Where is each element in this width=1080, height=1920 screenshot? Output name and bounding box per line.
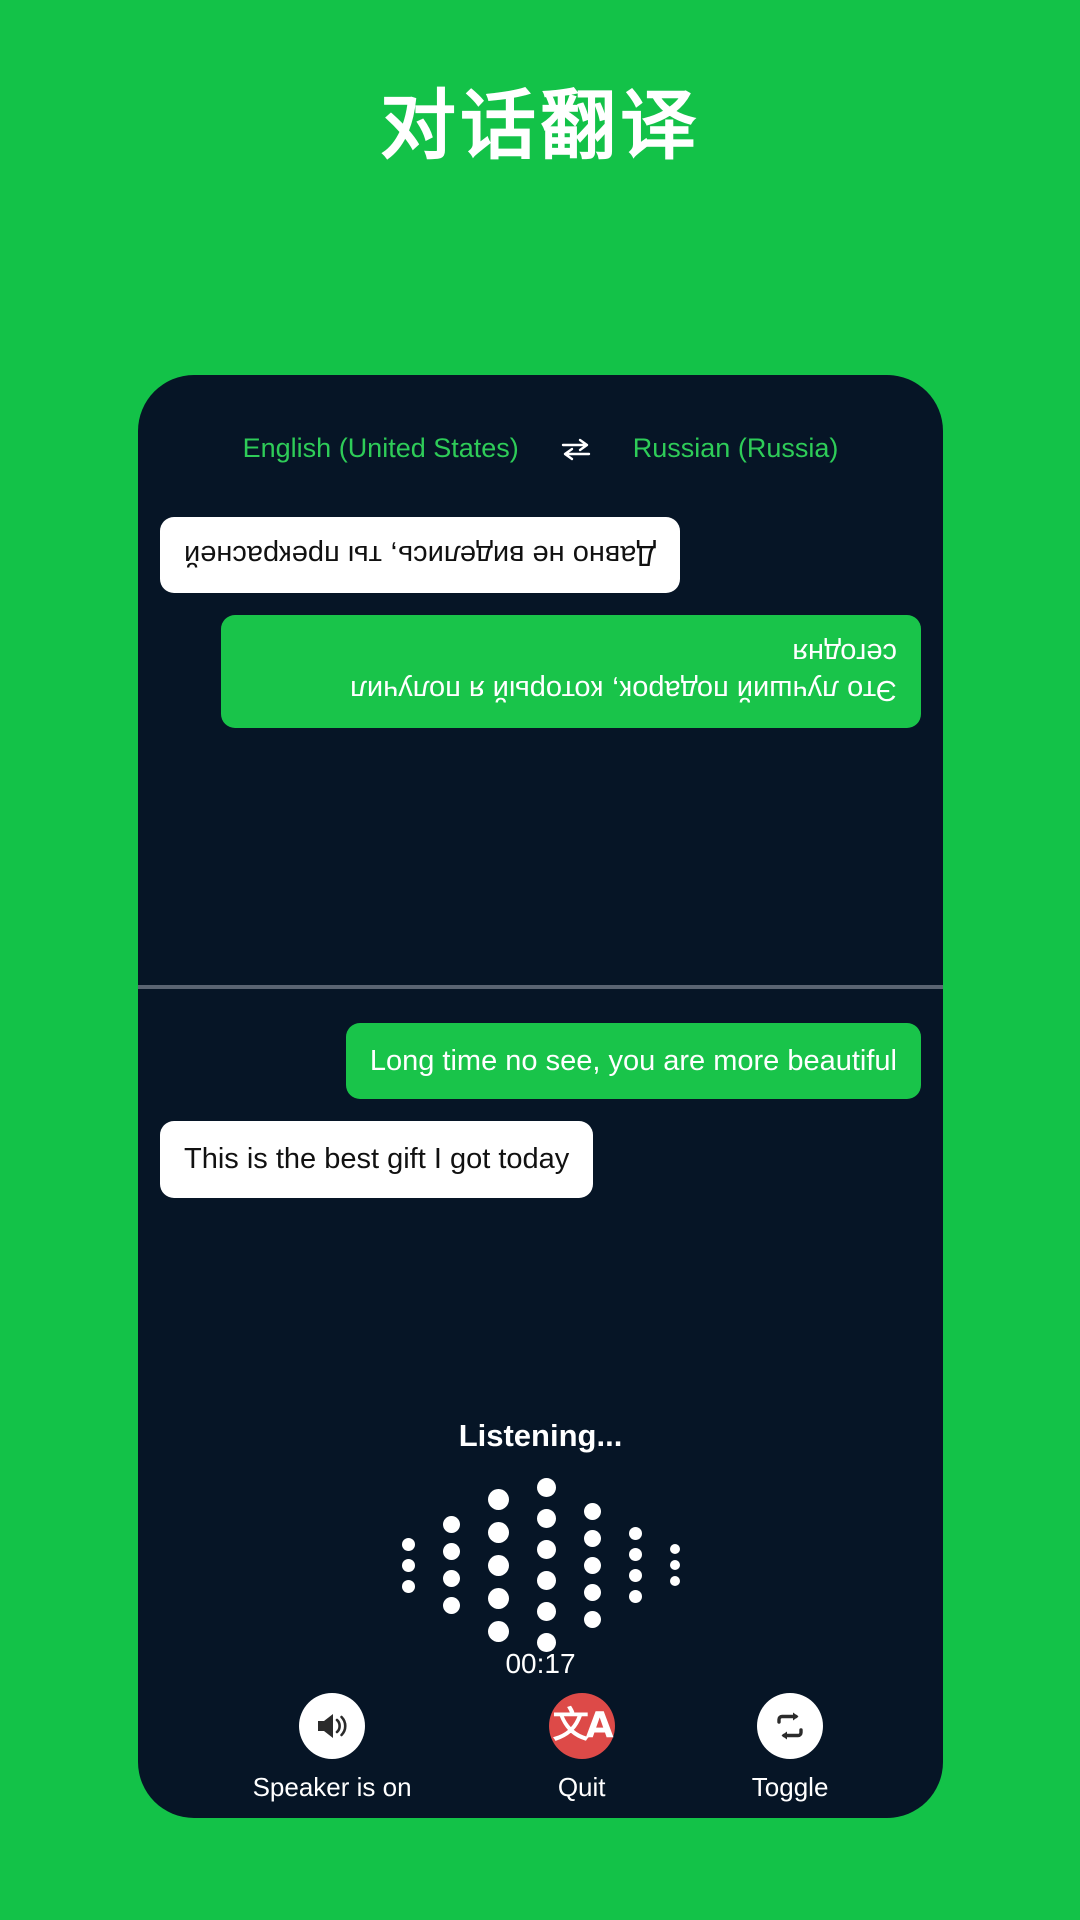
message-bubble-source[interactable]: Long time no see, you are more beautiful bbox=[345, 1023, 921, 1100]
message-bubble-source[interactable]: This is the best gift I got today bbox=[160, 1121, 594, 1198]
waveform-dot bbox=[628, 1527, 642, 1540]
waveform-dot bbox=[583, 1583, 601, 1601]
quit-button[interactable]: 文A Quit bbox=[548, 1693, 615, 1803]
swap-horizontal-icon[interactable] bbox=[561, 437, 591, 461]
waveform-dot bbox=[536, 1478, 556, 1497]
waveform-dot bbox=[442, 1516, 460, 1533]
waveform-dot bbox=[583, 1610, 601, 1628]
waveform-dot bbox=[487, 1620, 509, 1642]
waveform-dot bbox=[401, 1579, 415, 1593]
recording-timer: 00:17 bbox=[505, 1648, 576, 1679]
toggle-button-label: Toggle bbox=[751, 1772, 829, 1802]
message-row: Long time no see, you are more beautiful bbox=[160, 1023, 921, 1100]
repeat-swap-icon bbox=[757, 1693, 824, 1759]
waveform-dot bbox=[487, 1488, 509, 1510]
language-bar: English (United States) Russian (Russia) bbox=[138, 433, 943, 464]
waveform-dot bbox=[536, 1602, 556, 1621]
waveform-dot bbox=[628, 1590, 642, 1603]
waveform-dot bbox=[487, 1587, 509, 1609]
translate-glyph: 文A bbox=[552, 1705, 614, 1746]
waveform-dot bbox=[487, 1554, 509, 1576]
message-row: This is the best gift I got today bbox=[160, 1121, 921, 1198]
waveform-column bbox=[583, 1498, 601, 1633]
waveform-dot bbox=[536, 1540, 556, 1559]
waveform-dot bbox=[487, 1521, 509, 1543]
conversation-panel-bottom: Long time no see, you are more beautiful… bbox=[138, 995, 943, 1415]
waveform-column bbox=[536, 1472, 556, 1658]
speaker-on-icon bbox=[299, 1693, 366, 1759]
waveform-dot bbox=[401, 1537, 415, 1551]
translate-icon: 文A bbox=[548, 1693, 615, 1759]
listening-status: Listening... bbox=[458, 1418, 623, 1453]
waveform-dot bbox=[669, 1576, 680, 1586]
source-language-selector[interactable]: English (United States) bbox=[243, 433, 519, 464]
waveform-dot bbox=[583, 1529, 601, 1547]
speaker-button[interactable]: Speaker is on bbox=[253, 1693, 412, 1803]
message-row: Это лучший подарок, который я получил се… bbox=[160, 615, 921, 728]
waveform-column bbox=[669, 1541, 680, 1589]
page-title: 对话翻译 bbox=[380, 81, 700, 170]
waveform-dot bbox=[536, 1571, 556, 1590]
waveform-dot bbox=[583, 1556, 601, 1574]
waveform-dot bbox=[442, 1543, 460, 1560]
message-bubble-translated[interactable]: Это лучший подарок, который я получил се… bbox=[220, 615, 921, 728]
waveform-column bbox=[487, 1483, 509, 1648]
target-language-selector[interactable]: Russian (Russia) bbox=[633, 433, 839, 464]
waveform-dot bbox=[669, 1544, 680, 1554]
audio-waveform-visualizer bbox=[138, 1478, 943, 1652]
waveform-dot bbox=[401, 1558, 415, 1572]
waveform-dot bbox=[628, 1569, 642, 1582]
message-bubble-translated[interactable]: Давно не виделись, ты прекрасней bbox=[160, 517, 681, 594]
waveform-dot bbox=[628, 1548, 642, 1561]
quit-button-label: Quit bbox=[557, 1772, 606, 1802]
toggle-button[interactable]: Toggle bbox=[751, 1693, 829, 1803]
speaker-button-label: Speaker is on bbox=[252, 1772, 412, 1802]
conversation-panel-top: Это лучший подарок, который я получил се… bbox=[138, 495, 943, 985]
waveform-dot bbox=[669, 1560, 680, 1570]
waveform-dot bbox=[583, 1502, 601, 1520]
phone-frame: English (United States) Russian (Russia)… bbox=[138, 375, 943, 1818]
waveform-dot bbox=[536, 1509, 556, 1528]
message-row: Давно не виделись, ты прекрасней bbox=[160, 517, 921, 594]
panel-divider bbox=[138, 985, 943, 989]
control-bar: Speaker is on 文A Quit Toggle bbox=[138, 1693, 943, 1803]
waveform-dot bbox=[442, 1597, 460, 1614]
waveform-column bbox=[401, 1534, 415, 1597]
waveform-dot bbox=[442, 1570, 460, 1587]
waveform-column bbox=[442, 1511, 460, 1619]
waveform-column bbox=[628, 1523, 642, 1607]
